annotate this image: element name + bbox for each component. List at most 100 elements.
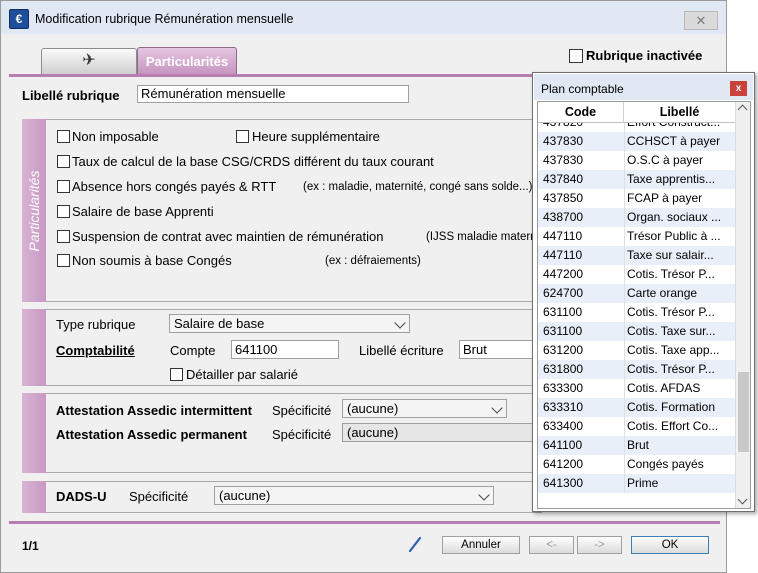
table-row[interactable]: 631100 Cotis. Trésor P... <box>538 303 735 322</box>
scrollbar-thumb[interactable] <box>738 372 749 452</box>
assedic-intermittent-label: Attestation Assedic intermittent <box>56 403 252 418</box>
table-row[interactable]: 633400 Cotis. Effort Co... <box>538 417 735 436</box>
libelle-cell: FCAP à payer <box>627 191 703 205</box>
type-rubrique-label: Type rubrique <box>56 317 136 332</box>
taux-csg-checkbox[interactable] <box>57 155 70 168</box>
heure-supplementaire-label: Heure supplémentaire <box>252 129 380 144</box>
dadsu-spec-select[interactable]: (aucune) <box>214 486 494 505</box>
next-button[interactable]: -> <box>577 536 622 554</box>
table-row[interactable]: 437850 FCAP à payer <box>538 189 735 208</box>
column-separator <box>624 284 625 303</box>
code-cell: 641200 <box>543 457 584 471</box>
table-row[interactable]: 437830 O.S.C à payer <box>538 151 735 170</box>
table-row[interactable]: 438700 Organ. sociaux ... <box>538 208 735 227</box>
table-row[interactable]: 641300 Prime <box>538 474 735 493</box>
code-cell: 631800 <box>543 362 584 376</box>
column-separator <box>624 246 625 265</box>
code-cell: 447110 <box>543 248 583 262</box>
table-row[interactable]: 631200 Cotis. Taxe app... <box>538 341 735 360</box>
window-title: Modification rubrique Rémunération mensu… <box>35 12 294 26</box>
column-separator <box>624 189 625 208</box>
column-separator <box>624 151 625 170</box>
plan-comptable-popup: Plan comptable x Code Libellé 437820 Effo… <box>532 72 755 512</box>
libelle-ecriture-input[interactable]: Brut <box>459 340 542 359</box>
column-separator <box>624 322 625 341</box>
popup-close-button[interactable]: x <box>730 81 747 96</box>
intermittent-spec-select[interactable]: (aucune) <box>342 399 507 418</box>
detailler-checkbox[interactable] <box>170 368 183 381</box>
annuler-button[interactable]: Annuler <box>442 536 520 554</box>
rubrique-inactivee-checkbox[interactable] <box>569 49 583 63</box>
libelle-cell: Cotis. Trésor P... <box>627 267 715 281</box>
comptabilite-link[interactable]: Comptabilité <box>56 343 135 358</box>
dadsu-label: DADS-U <box>56 489 107 504</box>
libelle-input[interactable]: Rémunération mensuelle <box>137 85 409 103</box>
code-cell: 438700 <box>543 210 584 224</box>
suspension-checkbox[interactable] <box>57 230 70 243</box>
salaire-apprenti-label: Salaire de base Apprenti <box>72 204 214 219</box>
libelle-cell: O.S.C à payer <box>627 153 704 167</box>
permanent-spec-select[interactable]: (aucune) <box>342 423 542 442</box>
compte-input[interactable]: 641100 <box>231 340 339 359</box>
column-separator <box>624 303 625 322</box>
ok-button[interactable]: OK <box>631 536 709 554</box>
libelle-cell: Trésor Public à ... <box>627 229 721 243</box>
salaire-apprenti-checkbox[interactable] <box>57 205 70 218</box>
non-soumis-conges-checkbox[interactable] <box>57 254 70 267</box>
non-soumis-conges-label: Non soumis à base Congés <box>72 253 232 268</box>
code-cell: 631100 <box>543 305 583 319</box>
column-separator <box>624 227 625 246</box>
column-header-libelle[interactable]: Libellé <box>624 102 735 122</box>
table-row[interactable]: 633310 Cotis. Formation <box>538 398 735 417</box>
table-row[interactable]: 641200 Congés payés <box>538 455 735 474</box>
code-cell: 631200 <box>543 343 584 357</box>
code-cell: 633400 <box>543 419 584 433</box>
particularites-vertical-label: Particularités <box>26 170 42 251</box>
libelle-cell: Brut <box>627 438 650 452</box>
tab-general[interactable]: ✈ <box>41 48 137 74</box>
libelle-cell: CCHSCT à payer <box>627 134 721 148</box>
footer-divider <box>9 521 720 524</box>
table-row[interactable]: 633300 Cotis. AFDAS <box>538 379 735 398</box>
column-header-code[interactable]: Code <box>538 102 624 122</box>
column-separator <box>624 474 625 493</box>
previous-button[interactable]: <- <box>529 536 574 554</box>
assedic-permanent-label: Attestation Assedic permanent <box>56 427 247 442</box>
non-imposable-label: Non imposable <box>72 129 159 144</box>
column-separator <box>624 123 625 132</box>
libelle-cell: Prime <box>627 476 659 490</box>
libelle-cell: Cotis. Taxe sur... <box>627 324 716 338</box>
section-stripe <box>22 481 46 513</box>
grid-rows: 437820 Effort Construct... 437830 CCHSCT à … <box>538 123 735 508</box>
table-row[interactable]: 631800 Cotis. Trésor P... <box>538 360 735 379</box>
libelle-cell: Carte orange <box>627 286 698 300</box>
table-row[interactable]: 437830 CCHSCT à payer <box>538 132 735 151</box>
table-row[interactable]: 437840 Taxe apprentis... <box>538 170 735 189</box>
absence-checkbox[interactable] <box>57 180 70 193</box>
heure-supplementaire-checkbox[interactable] <box>236 130 249 143</box>
table-row[interactable]: 447110 Taxe sur salair... <box>538 246 735 265</box>
code-cell: 437830 <box>543 134 584 148</box>
table-row[interactable]: 624700 Carte orange <box>538 284 735 303</box>
close-button[interactable]: ✕ <box>684 11 718 30</box>
chevron-down-icon <box>491 402 503 414</box>
libelle-cell: Cotis. Effort Co... <box>627 419 719 433</box>
column-separator <box>624 265 625 284</box>
column-separator <box>624 455 625 474</box>
code-cell: 447110 <box>543 229 583 243</box>
code-cell: 633300 <box>543 381 584 395</box>
tab-particularites[interactable]: Particularités <box>137 47 237 75</box>
libelle-cell: Taxe apprentis... <box>627 172 716 186</box>
app-icon: € <box>9 9 29 29</box>
type-rubrique-select[interactable]: Salaire de base <box>169 314 410 333</box>
table-row[interactable]: 437820 Effort Construct... <box>538 123 735 132</box>
table-row[interactable]: 641100 Brut <box>538 436 735 455</box>
table-row[interactable]: 631100 Cotis. Taxe sur... <box>538 322 735 341</box>
pencil-icon[interactable] <box>408 536 422 552</box>
table-row[interactable]: 447110 Trésor Public à ... <box>538 227 735 246</box>
non-imposable-checkbox[interactable] <box>57 130 70 143</box>
libelle-cell: Cotis. Trésor P... <box>627 362 715 376</box>
libelle-cell: Taxe sur salair... <box>627 248 714 262</box>
table-row[interactable]: 447200 Cotis. Trésor P... <box>538 265 735 284</box>
code-cell: 633310 <box>543 400 584 414</box>
